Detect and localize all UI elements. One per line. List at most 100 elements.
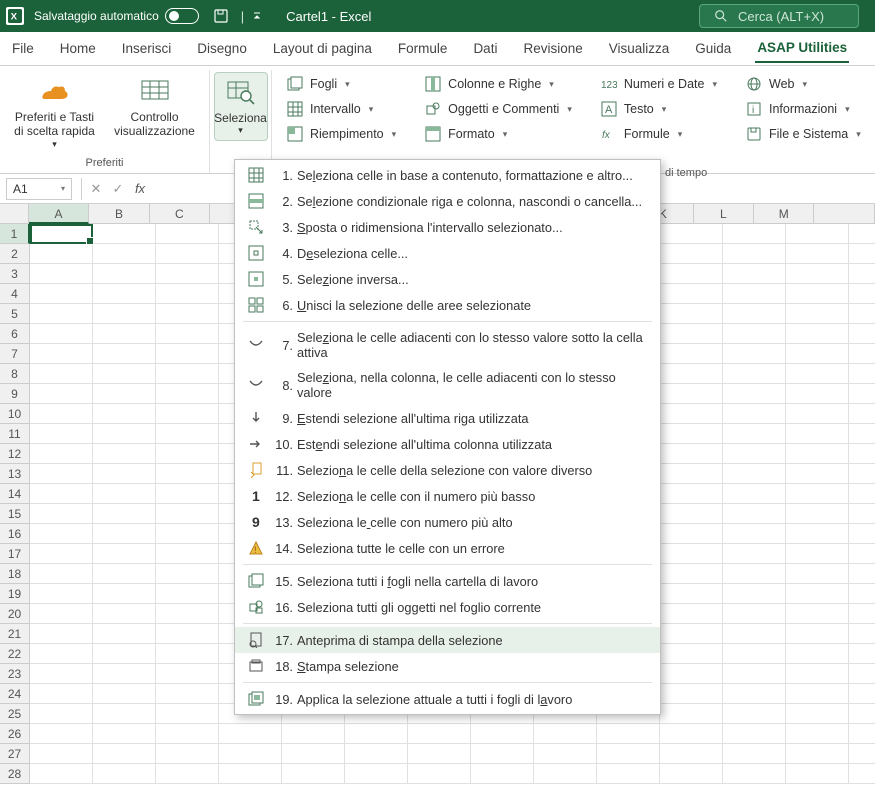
cell[interactable]	[93, 284, 156, 304]
cell[interactable]	[786, 304, 849, 324]
cell[interactable]	[156, 484, 219, 504]
cell[interactable]	[156, 404, 219, 424]
cell[interactable]	[93, 684, 156, 704]
cell[interactable]	[723, 444, 786, 464]
cell[interactable]	[723, 424, 786, 444]
numeri-date-button[interactable]: 123 Numeri e Date▾	[594, 72, 723, 96]
cell[interactable]	[156, 464, 219, 484]
cell[interactable]	[849, 624, 875, 644]
cell[interactable]	[786, 264, 849, 284]
cell[interactable]	[660, 664, 723, 684]
cell[interactable]	[660, 384, 723, 404]
cell[interactable]	[849, 484, 875, 504]
cell[interactable]	[660, 764, 723, 784]
menu-item-6[interactable]: 6.Unisci la selezione delle aree selezio…	[235, 292, 660, 318]
cell[interactable]	[786, 724, 849, 744]
row-header[interactable]: 21	[0, 624, 30, 644]
cell[interactable]	[849, 664, 875, 684]
cell[interactable]	[30, 644, 93, 664]
column-header[interactable]	[814, 204, 874, 224]
cell[interactable]	[660, 324, 723, 344]
row-header[interactable]: 15	[0, 504, 30, 524]
row-header[interactable]: 10	[0, 404, 30, 424]
cell[interactable]	[156, 684, 219, 704]
cell[interactable]	[93, 544, 156, 564]
save-button[interactable]	[213, 8, 229, 24]
cell[interactable]	[660, 464, 723, 484]
cell[interactable]	[786, 504, 849, 524]
cell[interactable]	[723, 664, 786, 684]
cell[interactable]	[156, 264, 219, 284]
cell[interactable]	[30, 684, 93, 704]
cell[interactable]	[849, 604, 875, 624]
cell[interactable]	[660, 504, 723, 524]
menu-item-4[interactable]: 4.Deseleziona celle...	[235, 240, 660, 266]
controllo-visualizzazione-button[interactable]: Controllo visualizzazione	[108, 72, 202, 143]
row-header[interactable]: 2	[0, 244, 30, 264]
fogli-button[interactable]: Fogli▾	[280, 72, 402, 96]
cell[interactable]	[786, 484, 849, 504]
cell[interactable]	[786, 464, 849, 484]
cell[interactable]	[786, 324, 849, 344]
cell[interactable]	[156, 424, 219, 444]
row-header[interactable]: 16	[0, 524, 30, 544]
cell[interactable]	[849, 504, 875, 524]
cell[interactable]	[786, 584, 849, 604]
cell[interactable]	[156, 724, 219, 744]
informazioni-button[interactable]: i Informazioni▾	[739, 97, 867, 121]
cell[interactable]	[723, 504, 786, 524]
cell[interactable]	[723, 704, 786, 724]
cell[interactable]	[723, 364, 786, 384]
cell[interactable]	[660, 404, 723, 424]
cell[interactable]	[156, 444, 219, 464]
row-header[interactable]: 6	[0, 324, 30, 344]
cell[interactable]	[282, 724, 345, 744]
menu-item-19[interactable]: 19.Applica la selezione attuale a tutti …	[235, 686, 660, 712]
row-header[interactable]: 9	[0, 384, 30, 404]
cell[interactable]	[156, 284, 219, 304]
cell[interactable]	[723, 604, 786, 624]
cell[interactable]	[156, 224, 219, 244]
cell[interactable]	[471, 764, 534, 784]
cell[interactable]	[93, 384, 156, 404]
cell[interactable]	[849, 424, 875, 444]
cell[interactable]	[282, 744, 345, 764]
menu-item-8[interactable]: 8.Seleziona, nella colonna, le celle adi…	[235, 365, 660, 405]
cell[interactable]	[786, 704, 849, 724]
fx-button[interactable]: fx	[129, 178, 151, 200]
cell[interactable]	[786, 224, 849, 244]
cell[interactable]	[660, 564, 723, 584]
menu-item-16[interactable]: 16.Seleziona tutti gli oggetti nel fogli…	[235, 594, 660, 620]
cell[interactable]	[849, 444, 875, 464]
row-header[interactable]: 1	[0, 224, 30, 244]
cancel-button[interactable]: ✕	[85, 178, 107, 200]
cell[interactable]	[723, 324, 786, 344]
cell[interactable]	[30, 484, 93, 504]
cell[interactable]	[219, 724, 282, 744]
cell[interactable]	[93, 444, 156, 464]
cell[interactable]	[723, 244, 786, 264]
cell[interactable]	[156, 644, 219, 664]
cell[interactable]	[156, 244, 219, 264]
cell[interactable]	[30, 564, 93, 584]
cell[interactable]	[786, 604, 849, 624]
cell[interactable]	[93, 604, 156, 624]
cell[interactable]	[30, 344, 93, 364]
cell[interactable]	[849, 564, 875, 584]
cell[interactable]	[30, 224, 93, 244]
row-header[interactable]: 14	[0, 484, 30, 504]
cell[interactable]	[30, 244, 93, 264]
cell[interactable]	[723, 744, 786, 764]
testo-button[interactable]: A Testo▾	[594, 97, 723, 121]
cell[interactable]	[723, 224, 786, 244]
row-header[interactable]: 7	[0, 344, 30, 364]
cell[interactable]	[660, 704, 723, 724]
cell[interactable]	[660, 744, 723, 764]
cell[interactable]	[30, 604, 93, 624]
column-header[interactable]: A	[29, 204, 89, 224]
cell[interactable]	[786, 684, 849, 704]
menu-item-1[interactable]: 1.Seleziona celle in base a contenuto, f…	[235, 162, 660, 188]
cell[interactable]	[93, 504, 156, 524]
cell[interactable]	[345, 764, 408, 784]
cell[interactable]	[786, 344, 849, 364]
